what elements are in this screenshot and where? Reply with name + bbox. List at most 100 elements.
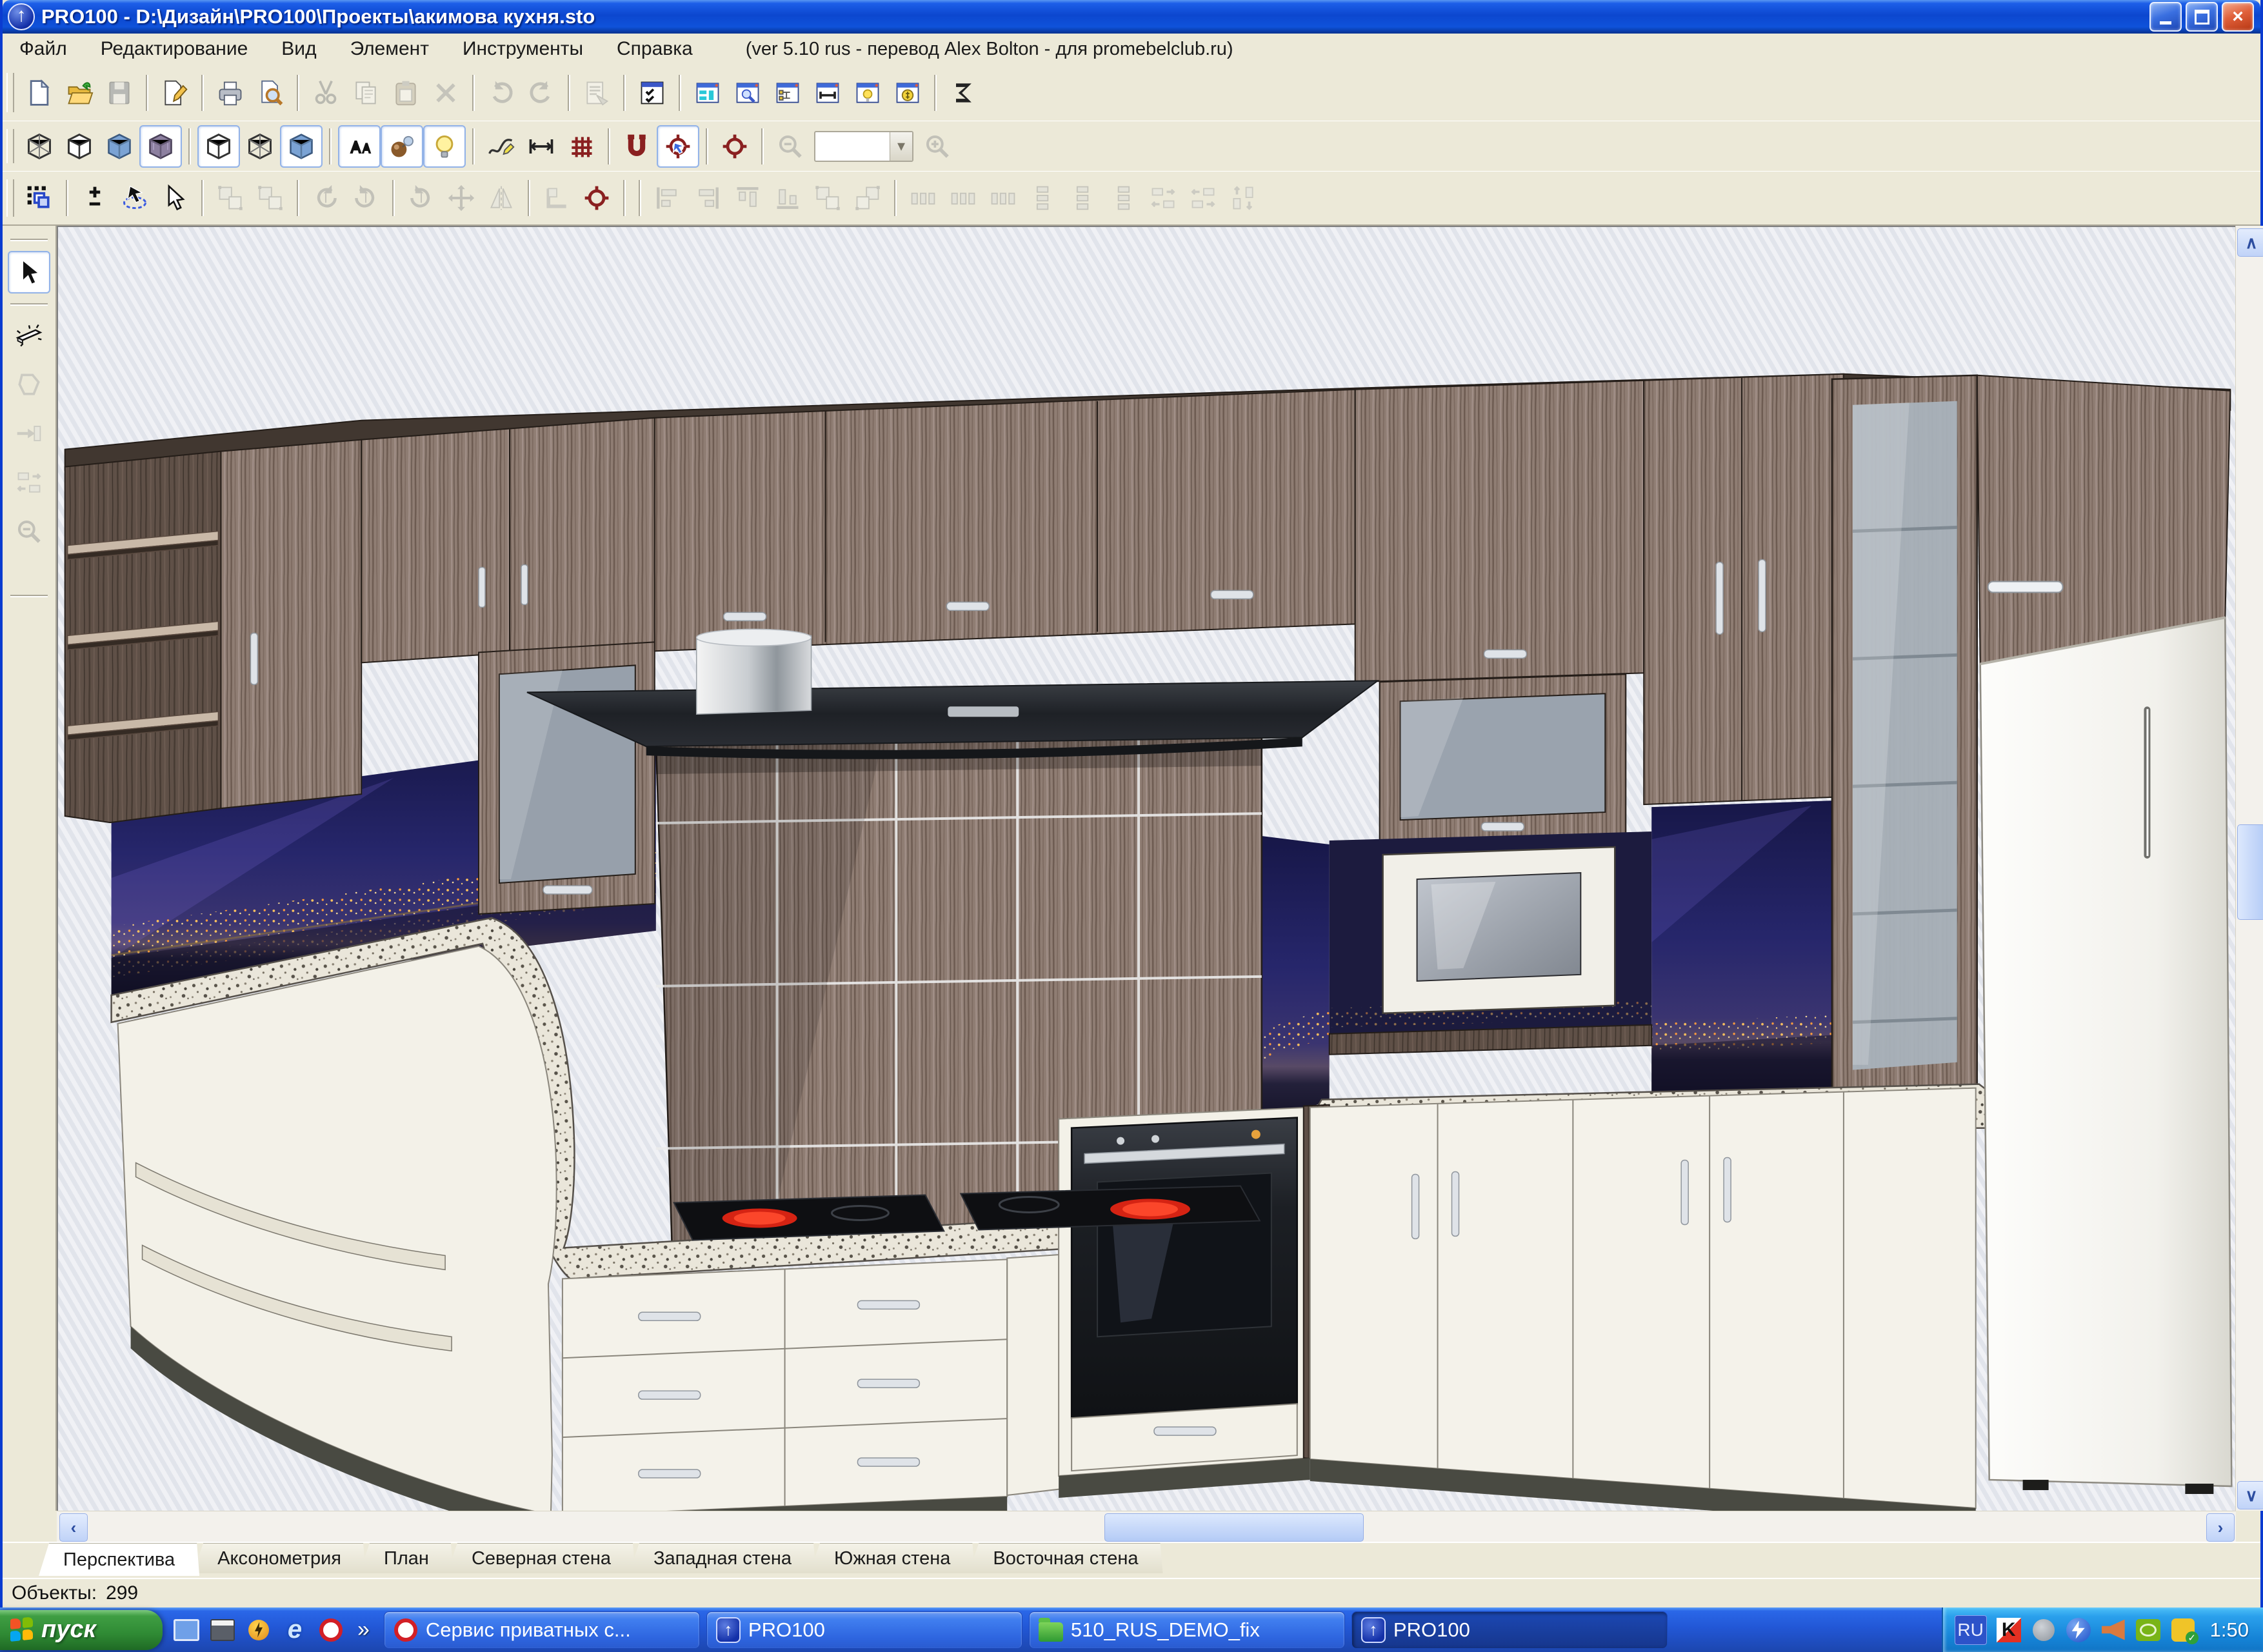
board-tool[interactable]: [9, 315, 49, 355]
chevron-overflow[interactable]: »: [357, 1617, 370, 1642]
new-button[interactable]: [19, 73, 59, 113]
updates-icon[interactable]: ✓: [2170, 1617, 2196, 1643]
task-buttons: Сервис приватных с... ↑ PRO100 510_RUS_D…: [384, 1611, 1942, 1649]
winamp-icon[interactable]: [245, 1617, 272, 1644]
speaker-icon[interactable]: [2031, 1617, 2057, 1643]
horizontal-scroll-thumb[interactable]: [1104, 1513, 1364, 1542]
opera-icon[interactable]: [317, 1617, 344, 1644]
horizontal-scrollbar[interactable]: ‹ ›: [57, 1511, 2236, 1542]
tab-west-wall[interactable]: Западная стена: [629, 1543, 816, 1573]
menu-view[interactable]: Вид: [264, 38, 333, 60]
volume-icon[interactable]: [2100, 1617, 2126, 1643]
title-bar[interactable]: ↑ PRO100 - D:\Дизайн\PRO100\Проекты\аким…: [3, 0, 2260, 34]
menu-tools[interactable]: Инструменты: [446, 38, 600, 60]
sketch-quality-button[interactable]: [481, 126, 521, 166]
fridge: [1980, 617, 2232, 1494]
select-arrow-button[interactable]: [155, 178, 195, 218]
properties-button[interactable]: [155, 73, 195, 113]
light-window-button[interactable]: [848, 73, 888, 113]
zoom-value-combo[interactable]: ▾: [814, 131, 913, 162]
task-opera[interactable]: Сервис приватных с...: [384, 1611, 700, 1649]
sphere-pin-button[interactable]: [381, 125, 423, 168]
snap-cursor-button[interactable]: [657, 125, 699, 168]
materials-window-button[interactable]: [688, 73, 728, 113]
tab-south-wall[interactable]: Южная стена: [810, 1543, 975, 1573]
print-preview-button[interactable]: [250, 73, 290, 113]
move-back-button: [808, 178, 848, 218]
dimensions-window-button[interactable]: [808, 73, 848, 113]
show-desktop-icon[interactable]: [173, 1617, 200, 1644]
scroll-down-button[interactable]: ∨: [2237, 1481, 2263, 1509]
center-point-button[interactable]: [577, 178, 617, 218]
element-list-button[interactable]: [632, 73, 672, 113]
paste-button: [386, 73, 426, 113]
vertical-scrollbar[interactable]: ∧ ∨: [2235, 226, 2263, 1511]
copy-button: [346, 73, 386, 113]
restore-button[interactable]: [2186, 2, 2218, 32]
dimensions-button[interactable]: [521, 126, 561, 166]
print-button[interactable]: [210, 73, 250, 113]
tab-axonometry[interactable]: Аксонометрия: [193, 1543, 366, 1573]
preview-window-button[interactable]: [728, 73, 768, 113]
task-pro100-2[interactable]: ↑ PRO100: [1351, 1611, 1668, 1649]
internet-explorer-icon[interactable]: e: [281, 1617, 308, 1644]
scroll-up-button[interactable]: ∧: [2237, 228, 2263, 257]
wireframe-view-button[interactable]: [19, 126, 59, 166]
menu-file[interactable]: Файл: [3, 38, 84, 60]
menu-element[interactable]: Элемент: [334, 38, 446, 60]
magnet-button[interactable]: [617, 126, 657, 166]
nvidia-icon[interactable]: [2135, 1617, 2161, 1643]
start-button[interactable]: пуск: [0, 1610, 163, 1650]
sum-button[interactable]: [943, 73, 983, 113]
structure-window-button[interactable]: [768, 73, 808, 113]
task-folder[interactable]: 510_RUS_DEMO_fix: [1029, 1611, 1345, 1649]
menu-edit[interactable]: Редактирование: [84, 38, 265, 60]
tab-perspective[interactable]: Перспектива: [39, 1543, 199, 1576]
tab-plan[interactable]: План: [359, 1543, 454, 1573]
menu-help[interactable]: Справка: [600, 38, 710, 60]
objects-label: Объекты:: [12, 1582, 97, 1604]
select-elements-button[interactable]: [19, 178, 59, 218]
oven: [1072, 1118, 1297, 1471]
solid-view-button[interactable]: [99, 126, 139, 166]
download-master-icon[interactable]: [2066, 1617, 2091, 1643]
hidden-line-view-button[interactable]: [59, 126, 99, 166]
media-player-icon[interactable]: [209, 1617, 236, 1644]
grid-button[interactable]: [561, 126, 601, 166]
language-indicator[interactable]: RU: [1955, 1615, 1987, 1645]
corner-button: [537, 178, 577, 218]
toolbar-grip[interactable]: [6, 129, 14, 164]
group-button: [210, 178, 250, 218]
toolbar-grip[interactable]: [6, 179, 14, 216]
box-solid-button[interactable]: [280, 125, 323, 168]
select-rotate-button[interactable]: [115, 178, 155, 218]
open-button[interactable]: [59, 73, 99, 113]
zoom-out-button: [770, 126, 810, 166]
kaspersky-icon[interactable]: K: [1996, 1617, 2022, 1643]
box-edges-button[interactable]: [240, 126, 280, 166]
select-plus-minus-button[interactable]: [75, 178, 115, 218]
toolbar-grip[interactable]: [6, 73, 14, 112]
move-button: [441, 178, 481, 218]
task-pro100-1[interactable]: ↑ PRO100: [706, 1611, 1022, 1649]
scroll-right-button[interactable]: ›: [2206, 1513, 2235, 1542]
select-pointer-tool[interactable]: [8, 251, 50, 294]
textured-view-button[interactable]: [139, 125, 182, 168]
fit-both-button: [1223, 178, 1263, 218]
viewport-3d[interactable]: [57, 226, 2236, 1511]
close-button[interactable]: ×: [2222, 2, 2254, 32]
center-view-button[interactable]: [715, 126, 755, 166]
font-aa-button[interactable]: [338, 125, 381, 168]
light-bulb-button[interactable]: [423, 125, 466, 168]
folder-icon: [1039, 1618, 1063, 1642]
chevron-down-icon[interactable]: ▾: [890, 132, 912, 161]
report-button: [577, 73, 617, 113]
box-outline-button[interactable]: [197, 125, 240, 168]
vertical-scroll-thumb[interactable]: [2237, 824, 2263, 920]
price-window-button[interactable]: [888, 73, 928, 113]
scroll-left-button[interactable]: ‹: [59, 1513, 88, 1542]
tab-east-wall[interactable]: Восточная стена: [968, 1543, 1162, 1573]
tab-north-wall[interactable]: Северная стена: [447, 1543, 635, 1573]
minimize-button[interactable]: [2149, 2, 2182, 32]
window-title: PRO100 - D:\Дизайн\PRO100\Проекты\акимов…: [41, 5, 595, 28]
